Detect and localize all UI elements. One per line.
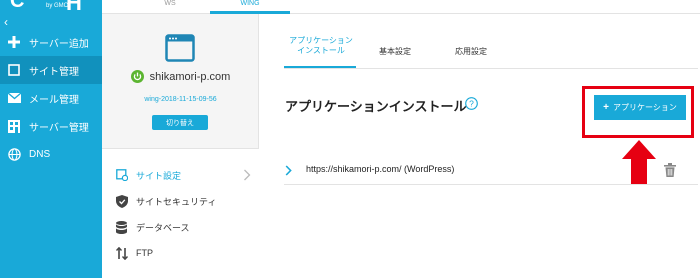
site-settings-icon: [115, 169, 128, 182]
site-id: wing-2018-11-15-09-56: [144, 96, 217, 103]
site-panel: shikamori-p.com wing-2018-11-15-09-56 切り…: [102, 14, 259, 278]
sidebar-item-label: DNS: [29, 148, 51, 160]
transfer-icon: [115, 246, 128, 260]
collapse-sidebar-icon[interactable]: ‹: [4, 16, 8, 28]
add-application-button[interactable]: + アプリケーション: [594, 95, 686, 120]
subnav-item-ftp[interactable]: FTP: [102, 240, 259, 266]
subnav-item-label: データベース: [136, 222, 190, 233]
add-application-label: アプリケーション: [613, 103, 677, 112]
top-tab-ws[interactable]: WS: [150, 0, 190, 14]
sidebar-item-mail[interactable]: メール管理: [0, 84, 102, 112]
logo-tail: H: [66, 0, 82, 14]
logo-mark: C: [10, 0, 25, 12]
tabs-divider: [284, 68, 698, 69]
installed-app-row[interactable]: https://shikamori-p.com/ (WordPress): [284, 157, 698, 185]
mail-icon: [7, 91, 21, 105]
browser-window-icon: [165, 34, 195, 62]
tab-basic-settings[interactable]: 基本設定: [370, 47, 420, 57]
switch-site-button[interactable]: 切り替え: [152, 115, 208, 130]
plus-icon: +: [603, 102, 609, 113]
chevron-right-icon: [244, 169, 251, 181]
site-subnav: サイト設定 サイトセキュリティ データベース FTP: [102, 148, 259, 278]
tab-label: 応用設定: [455, 47, 487, 56]
site-status-icon: [130, 70, 144, 83]
subnav-item-site-security[interactable]: サイトセキュリティ: [102, 188, 259, 214]
tab-app-install[interactable]: アプリケーション インストール: [286, 36, 356, 56]
subnav-item-site-settings[interactable]: サイト設定: [102, 162, 259, 188]
sidebar-item-server-add[interactable]: サーバー追加: [0, 28, 102, 56]
subnav-item-label: FTP: [136, 248, 153, 258]
sidebar-item-label: サイト管理: [29, 66, 79, 78]
tab-advanced-settings[interactable]: 応用設定: [446, 47, 496, 57]
help-icon[interactable]: ?: [465, 97, 478, 110]
subnav-item-database[interactable]: データベース: [102, 214, 259, 240]
main-content: アプリケーション インストール 基本設定 応用設定 アプリケーションインストール…: [260, 14, 700, 278]
tab-label-line1: アプリケーション: [289, 36, 353, 45]
sidebar-item-site[interactable]: サイト管理: [0, 56, 102, 84]
sidebar-item-label: サーバー追加: [29, 38, 89, 50]
installed-app-url: https://shikamori-p.com/ (WordPress): [306, 164, 455, 174]
sidebar-item-label: サーバー管理: [29, 122, 89, 134]
tab-label-line2: インストール: [297, 46, 345, 55]
top-tab-wing[interactable]: WING: [210, 0, 290, 14]
page-title: アプリケーションインストール: [285, 99, 467, 114]
sidebar-item-server[interactable]: サーバー管理: [0, 112, 102, 140]
site-name-row: shikamori-p.com: [102, 70, 259, 83]
trash-icon[interactable]: [664, 163, 676, 177]
tab-label: 基本設定: [379, 47, 411, 56]
database-icon: [115, 220, 128, 234]
site-name: shikamori-p.com: [149, 70, 231, 83]
logo: C by GMO H: [0, 0, 102, 14]
site-icon: [7, 63, 21, 77]
subnav-item-label: サイト設定: [136, 170, 182, 181]
sidebar-item-label: メール管理: [29, 94, 79, 106]
globe-icon: [7, 147, 21, 161]
sidebar: ‹ サーバー追加 サイト管理 メール管理 サーバー管理 DNS: [0, 14, 102, 278]
shield-icon: [115, 194, 128, 208]
subnav-item-label: サイトセキュリティ: [136, 196, 217, 207]
plus-icon: [7, 35, 21, 49]
svg-text:?: ?: [469, 99, 474, 109]
logo-sub: by GMO: [46, 3, 69, 9]
server-icon: [7, 119, 21, 133]
top-bar: C by GMO H WS WING: [0, 0, 700, 14]
chevron-right-icon[interactable]: [285, 165, 292, 176]
sidebar-item-dns[interactable]: DNS: [0, 140, 102, 168]
